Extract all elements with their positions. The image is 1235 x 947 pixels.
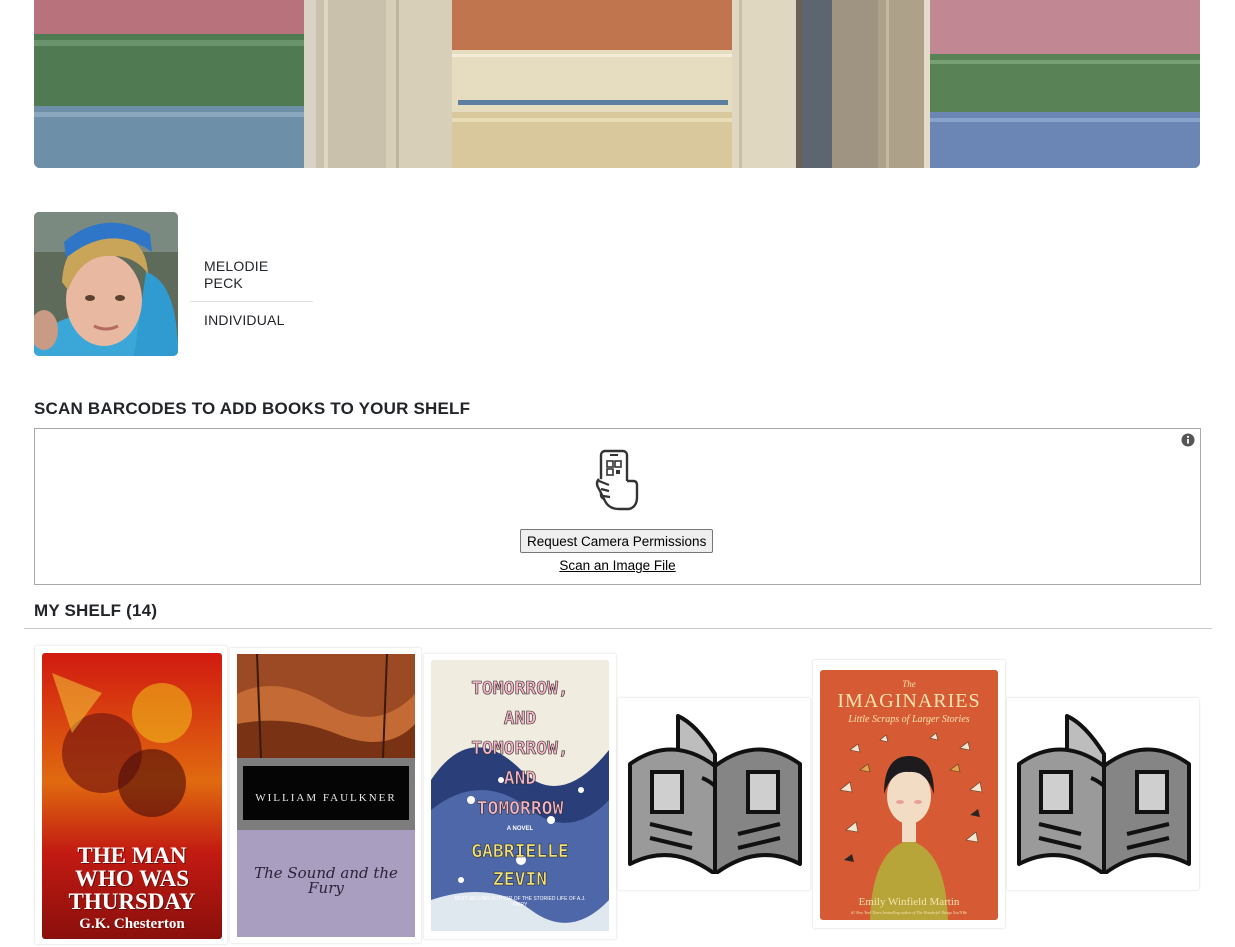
book-shelf: THE MAN WHO WAS THURSDAY G.K. Chesterton… — [34, 643, 1204, 947]
info-circle-icon[interactable] — [1181, 433, 1195, 447]
book-card[interactable]: THE MAN WHO WAS THURSDAY G.K. Chesterton — [34, 645, 228, 945]
book-blurb: BEST-SELLING AUTHOR OF THE STORIED LIFE … — [454, 896, 586, 908]
scan-image-file-link[interactable]: Scan an Image File — [35, 558, 1200, 573]
book-card[interactable]: The IMAGINARIES Little Scraps of Larger … — [812, 659, 1006, 929]
request-camera-permissions-button[interactable]: Request Camera Permissions — [520, 529, 714, 553]
barcode-scanner-panel: Request Camera Permissions Scan an Image… — [34, 428, 1201, 585]
book-author-line: ZEVIN — [492, 869, 548, 891]
book-author: G.K. Chesterton — [79, 916, 185, 932]
profile-info-list: MELODIE PECK INDIVIDUAL — [190, 248, 313, 338]
open-book-icon — [628, 714, 802, 874]
book-title-line: AND — [503, 708, 537, 730]
scan-image-file-label[interactable]: Scan an Image File — [559, 558, 675, 573]
book-title-line: WHO WAS — [75, 866, 189, 891]
avatar — [34, 212, 178, 356]
book-subtitle: Little Scraps of Larger Stories — [848, 714, 970, 725]
book-title-line: THE MAN — [77, 843, 187, 868]
book-title-line: TOMORROW, — [471, 678, 569, 700]
profile-name: MELODIE PECK — [190, 248, 313, 302]
phone-scan-icon — [595, 449, 639, 511]
profile-banner-image — [34, 0, 1200, 168]
book-title-line: TOMORROW — [476, 798, 564, 820]
open-book-icon — [1017, 714, 1191, 874]
book-title-line: AND — [503, 768, 537, 790]
book-card[interactable] — [617, 697, 811, 891]
book-blurb: #1 New York Times bestselling author of … — [850, 911, 968, 915]
book-author: WILLIAM FAULKNER — [255, 792, 397, 804]
book-title-script: The Sound and the Fury — [254, 864, 398, 897]
book-title-small: The — [902, 679, 916, 689]
book-author-line: GABRIELLE — [471, 841, 569, 863]
book-title-line: TOMORROW, — [471, 738, 569, 760]
book-tagline: A NOVEL — [506, 826, 534, 832]
book-card[interactable]: WILLIAM FAULKNER The Sound and the Fury — [229, 647, 422, 944]
scanner-heading: SCAN BARCODES TO ADD BOOKS TO YOUR SHELF — [34, 399, 471, 418]
book-card[interactable] — [1006, 697, 1200, 891]
book-title-line: THURSDAY — [68, 889, 196, 914]
profile-account-type: INDIVIDUAL — [204, 312, 285, 328]
shelf-heading: MY SHELF (14) — [34, 601, 158, 620]
book-title: IMAGINARIES — [837, 690, 981, 712]
book-card[interactable]: TOMORROW, AND TOMORROW, AND TOMORROW A N… — [423, 653, 617, 940]
book-author: Emily Winfield Martin — [858, 896, 960, 908]
shelf-divider — [24, 628, 1212, 629]
